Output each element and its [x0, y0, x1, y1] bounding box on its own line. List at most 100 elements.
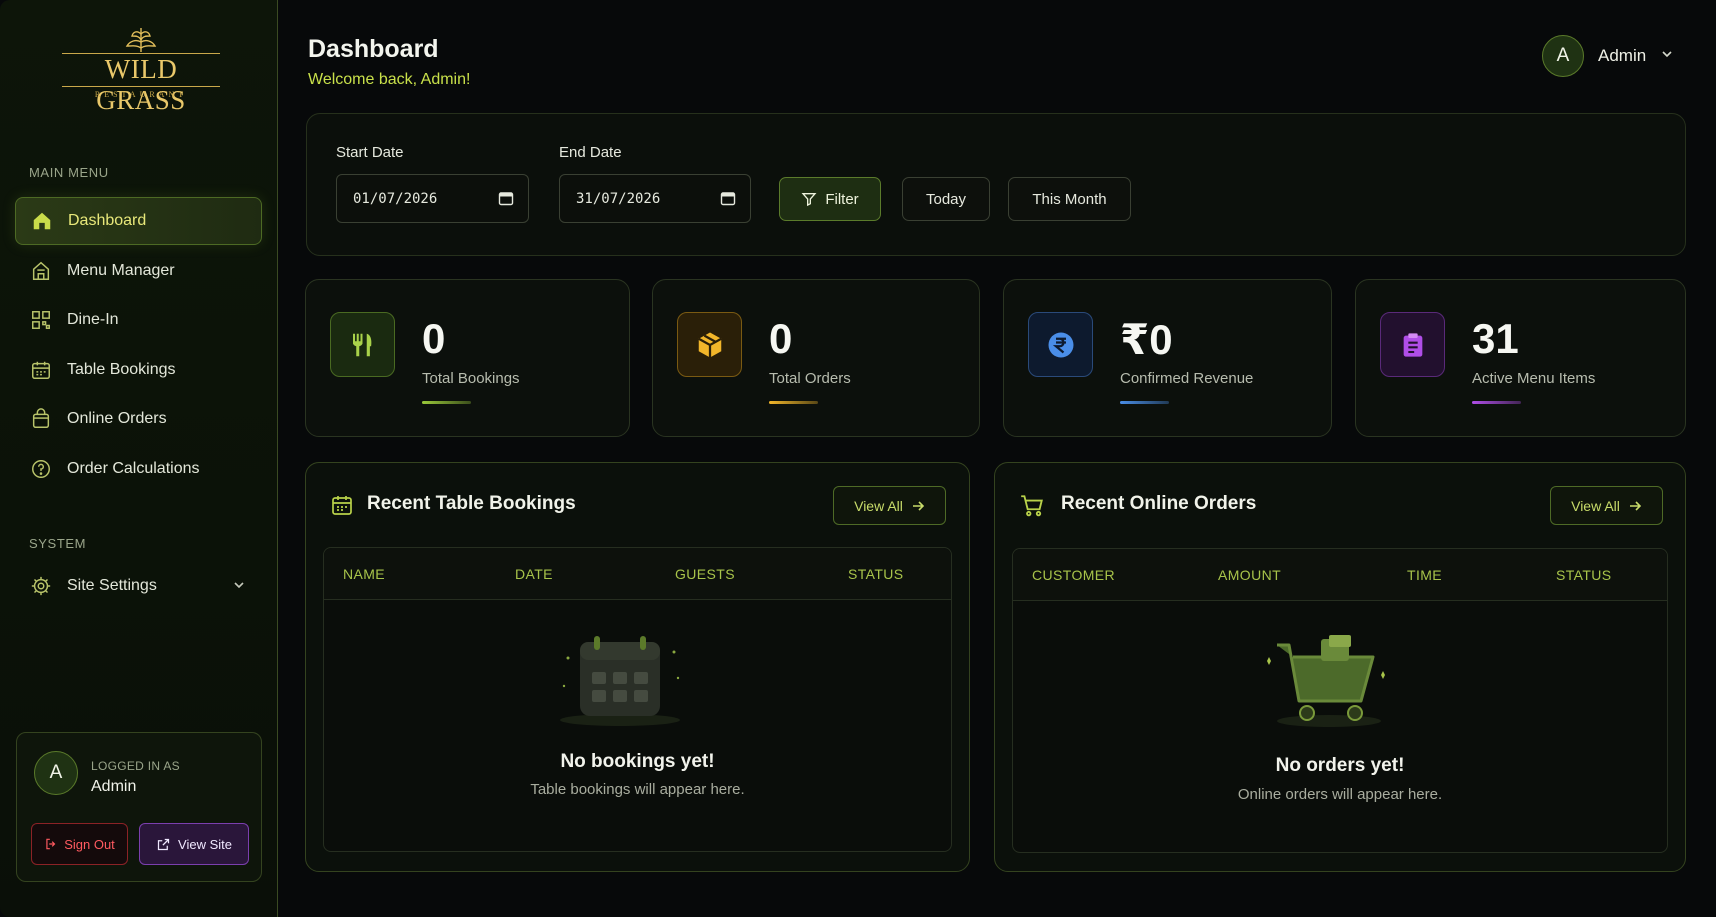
- sidebar-item-dine-in[interactable]: Dine-In: [15, 296, 262, 344]
- start-date-label: Start Date: [336, 144, 404, 161]
- avatar: A: [1542, 35, 1584, 77]
- stat-label: Confirmed Revenue: [1120, 370, 1254, 387]
- chevron-down-icon: [1660, 47, 1674, 66]
- stat-card-active-menu-items: 31 Active Menu Items: [1355, 279, 1686, 437]
- today-button[interactable]: Today: [902, 177, 990, 221]
- shopping-bag-icon: [29, 407, 53, 431]
- sidebar: WILD GRASS RESTAURANT MAIN MENU Dashboar…: [0, 0, 278, 917]
- orders-title: Recent Online Orders: [1061, 493, 1257, 514]
- shopping-cart-icon: [1019, 493, 1045, 524]
- page-title: Dashboard: [308, 35, 439, 63]
- sidebar-item-online-orders[interactable]: Online Orders: [15, 395, 262, 443]
- date-filter-panel: Start Date 01/07/2026 End Date 31/07/202…: [306, 113, 1686, 256]
- column-header: CUSTOMER: [1032, 567, 1116, 583]
- arrow-right-icon: [912, 500, 925, 511]
- view-all-bookings-button[interactable]: View All: [833, 486, 946, 525]
- sidebar-item-label: Dine-In: [67, 311, 119, 328]
- welcome-message: Welcome back, Admin!: [308, 71, 471, 88]
- recent-bookings-panel: Recent Table Bookings View All NAME DATE…: [305, 462, 970, 872]
- end-date-value: 31/07/2026: [576, 190, 661, 207]
- stat-card-confirmed-revenue: ₹0 Confirmed Revenue: [1003, 279, 1332, 437]
- empty-cart-icon: [1267, 635, 1385, 727]
- clipboard-icon: [1380, 312, 1445, 377]
- calendar-icon: [29, 358, 53, 382]
- sidebar-item-label: Menu Manager: [67, 262, 175, 279]
- this-month-button[interactable]: This Month: [1008, 177, 1131, 221]
- view-site-button[interactable]: View Site: [139, 823, 249, 865]
- view-site-label: View Site: [178, 836, 232, 852]
- column-header: GUESTS: [675, 566, 735, 582]
- sidebar-item-site-settings[interactable]: Site Settings: [15, 562, 262, 610]
- chevron-down-icon: [232, 578, 246, 597]
- start-date-value: 01/07/2026: [353, 190, 438, 207]
- column-header: TIME: [1407, 567, 1443, 583]
- sidebar-item-label: Order Calculations: [67, 460, 200, 477]
- store-icon: [29, 259, 53, 283]
- table-header: NAME DATE GUESTS STATUS: [324, 548, 951, 600]
- help-circle-icon: [29, 457, 53, 481]
- sidebar-item-label: Site Settings: [67, 577, 157, 594]
- sidebar-item-menu-manager[interactable]: Menu Manager: [15, 247, 262, 295]
- sidebar-item-order-calculations[interactable]: Order Calculations: [15, 445, 262, 493]
- avatar: A: [34, 751, 78, 795]
- stat-progress-bar: [422, 401, 487, 404]
- orders-empty-subtitle: Online orders will appear here.: [1237, 786, 1443, 803]
- filter-button-label: Filter: [825, 190, 859, 208]
- stat-label: Total Bookings: [422, 370, 520, 387]
- end-date-label: End Date: [559, 144, 622, 161]
- rupee-icon: [1028, 312, 1093, 377]
- calendar-icon: [330, 493, 354, 522]
- empty-calendar-icon: [560, 636, 680, 726]
- stat-value: 0: [769, 315, 793, 362]
- sidebar-item-table-bookings[interactable]: Table Bookings: [15, 346, 262, 394]
- calendar-icon[interactable]: [720, 190, 736, 210]
- stat-value: ₹0: [1120, 316, 1173, 363]
- sidebar-item-label: Online Orders: [67, 410, 167, 427]
- utensils-icon: [330, 312, 395, 377]
- bookings-title: Recent Table Bookings: [367, 493, 576, 514]
- logged-in-card: A LOGGED IN AS Admin Sign Out View Site: [16, 732, 262, 882]
- leaf-crest-icon: [125, 28, 157, 52]
- stat-progress-bar: [1120, 401, 1185, 404]
- view-all-orders-button[interactable]: View All: [1550, 486, 1663, 525]
- view-all-label: View All: [854, 497, 903, 514]
- logged-in-name: Admin: [91, 778, 137, 795]
- column-header: DATE: [515, 566, 553, 582]
- stat-card-total-orders: 0 Total Orders: [652, 279, 980, 437]
- filter-button[interactable]: Filter: [779, 177, 881, 221]
- sign-out-icon: [46, 838, 56, 850]
- sidebar-item-label: Table Bookings: [67, 361, 176, 378]
- column-header: STATUS: [848, 566, 904, 582]
- sidebar-item-label: Dashboard: [68, 212, 147, 229]
- table-header: CUSTOMER AMOUNT TIME STATUS: [1013, 549, 1667, 601]
- sign-out-label: Sign Out: [64, 836, 115, 852]
- bookings-empty-subtitle: Table bookings will appear here.: [530, 781, 745, 798]
- orders-empty-title: No orders yet!: [1275, 755, 1405, 776]
- column-header: STATUS: [1556, 567, 1612, 583]
- stat-label: Total Orders: [769, 370, 851, 387]
- app-root: WILD GRASS RESTAURANT MAIN MENU Dashboar…: [0, 0, 1716, 917]
- arrow-right-icon: [1629, 500, 1642, 511]
- calendar-icon[interactable]: [498, 190, 514, 210]
- view-all-label: View All: [1571, 497, 1620, 514]
- sidebar-item-dashboard[interactable]: Dashboard: [15, 197, 262, 245]
- user-name: Admin: [1598, 46, 1647, 65]
- external-link-icon: [157, 838, 170, 850]
- brand-logo[interactable]: WILD GRASS RESTAURANT: [60, 26, 222, 115]
- bookings-table: NAME DATE GUESTS STATUS No bookings yet!…: [323, 547, 952, 852]
- sign-out-button[interactable]: Sign Out: [31, 823, 128, 865]
- home-icon: [30, 209, 54, 233]
- main-menu-label: MAIN MENU: [29, 165, 109, 180]
- qr-code-icon: [29, 308, 53, 332]
- today-button-label: Today: [925, 190, 967, 208]
- bookings-empty-title: No bookings yet!: [560, 751, 715, 772]
- filter-icon: [801, 193, 817, 207]
- user-menu[interactable]: A Admin: [1542, 35, 1674, 77]
- stat-progress-bar: [769, 401, 834, 404]
- end-date-input[interactable]: 31/07/2026: [559, 174, 751, 223]
- logo-rule-bottom: [62, 86, 220, 87]
- brand-tagline: RESTAURANT: [94, 90, 188, 99]
- start-date-input[interactable]: 01/07/2026: [336, 174, 529, 223]
- system-label: SYSTEM: [29, 536, 87, 551]
- stat-card-total-bookings: 0 Total Bookings: [305, 279, 630, 437]
